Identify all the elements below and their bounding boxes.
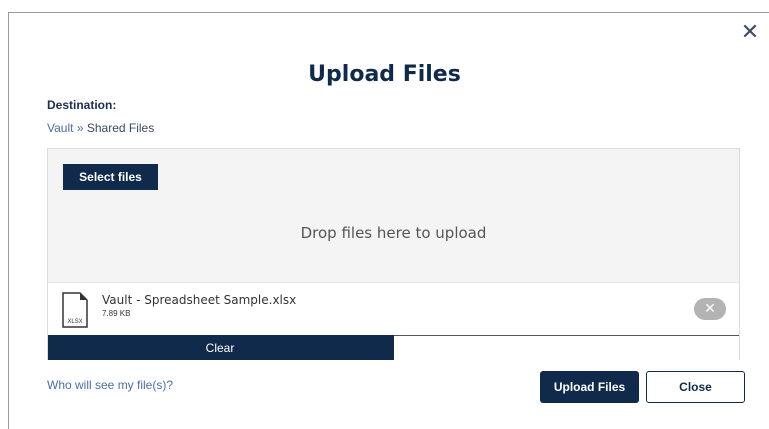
file-name: Vault - Spreadsheet Sample.xlsx xyxy=(102,293,297,307)
breadcrumb-current: Shared Files xyxy=(86,121,155,135)
breadcrumb-separator: » xyxy=(76,121,84,135)
file-dropzone[interactable]: Select files Drop files here to upload X… xyxy=(47,148,740,360)
upload-progress-bar: Clear xyxy=(48,335,739,360)
file-type-label: XLSX xyxy=(67,319,82,325)
remove-icon[interactable]: ✕ xyxy=(694,298,726,320)
file-list-item: XLSX Vault - Spreadsheet Sample.xlsx 7.8… xyxy=(48,282,739,360)
who-will-see-link[interactable]: Who will see my file(s)? xyxy=(47,378,173,392)
file-size: 7.89 KB xyxy=(102,309,131,318)
breadcrumb: Vault » Shared Files xyxy=(47,121,154,135)
clear-button[interactable]: Clear xyxy=(48,338,392,358)
select-files-button[interactable]: Select files xyxy=(63,164,158,190)
dialog-title: Upload Files xyxy=(308,62,461,87)
close-button[interactable]: Close xyxy=(646,371,745,403)
drop-hint-text: Drop files here to upload xyxy=(300,224,487,242)
upload-files-button[interactable]: Upload Files xyxy=(540,371,639,403)
file-xlsx-icon: XLSX xyxy=(62,292,88,328)
destination-label: Destination: xyxy=(47,98,117,112)
close-icon[interactable]: ✕ xyxy=(739,22,761,44)
breadcrumb-root-link[interactable]: Vault xyxy=(47,121,73,135)
